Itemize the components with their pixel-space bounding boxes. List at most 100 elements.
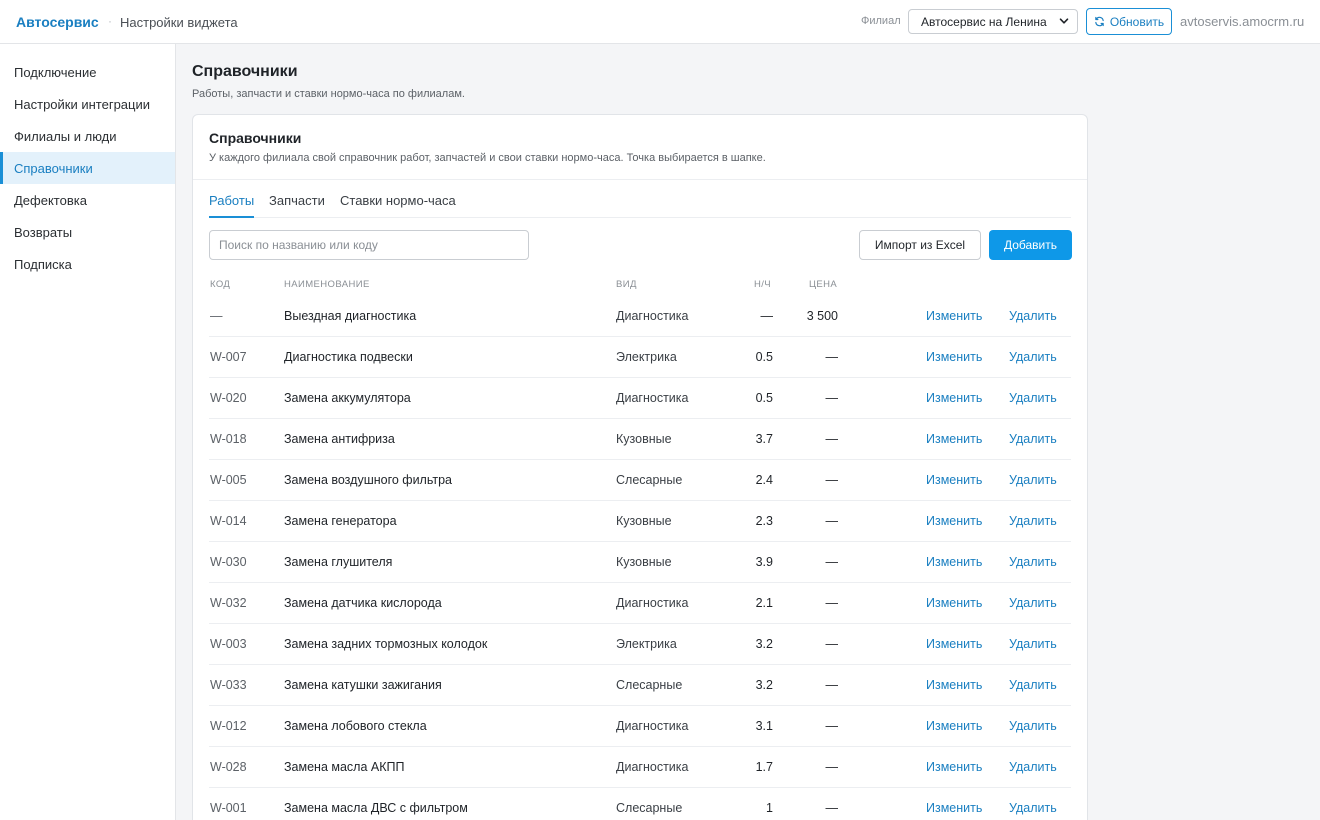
delete-link[interactable]: Удалить	[1009, 432, 1057, 446]
cell-price: —	[825, 637, 839, 651]
delete-link[interactable]: Удалить	[1009, 555, 1057, 569]
delete-link[interactable]: Удалить	[1009, 596, 1057, 610]
brand-logo[interactable]: Автосервис	[16, 14, 99, 30]
cell-name: Замена воздушного фильтра	[284, 473, 453, 487]
delete-link[interactable]: Удалить	[1009, 473, 1057, 487]
delete-link[interactable]: Удалить	[1009, 678, 1057, 692]
column-header-price: ЦЕНА	[809, 279, 838, 290]
cell-price: —	[825, 473, 839, 487]
delete-link[interactable]: Удалить	[1009, 719, 1057, 733]
edit-link[interactable]: Изменить	[926, 801, 982, 815]
cell-nh: 2.4	[755, 473, 773, 487]
top-bar: Автосервис · Настройки виджета Филиал Ав…	[0, 0, 1320, 44]
edit-link[interactable]: Изменить	[926, 350, 982, 364]
cell-kind: Кузовные	[616, 432, 672, 446]
cell-name: Замена датчика кислорода	[284, 596, 442, 610]
cell-kind: Электрика	[616, 637, 677, 651]
card-title: Справочники	[209, 130, 302, 146]
edit-link[interactable]: Изменить	[926, 637, 982, 651]
cell-code: W-032	[210, 596, 247, 610]
breadcrumb: Настройки виджета	[120, 15, 238, 30]
cell-name: Выездная диагностика	[284, 309, 417, 323]
sidebar-item-branches-people[interactable]: Филиалы и люди	[0, 120, 175, 152]
cell-kind: Кузовные	[616, 514, 672, 528]
add-button[interactable]: Добавить	[989, 230, 1072, 260]
refresh-icon	[1095, 16, 1104, 27]
cell-kind: Диагностика	[616, 391, 689, 405]
tab-works[interactable]: Работы	[209, 193, 255, 218]
sidebar-item-connection[interactable]: Подключение	[0, 56, 175, 88]
sidebar: Подключение Настройки интеграции Филиалы…	[0, 44, 176, 820]
edit-link[interactable]: Изменить	[926, 596, 982, 610]
sidebar-item-integration-settings[interactable]: Настройки интеграции	[0, 88, 175, 120]
edit-link[interactable]: Изменить	[926, 760, 982, 774]
sidebar-item-subscription[interactable]: Подписка	[0, 248, 175, 280]
column-header-kind: ВИД	[616, 279, 637, 290]
delete-link[interactable]: Удалить	[1009, 801, 1057, 815]
refresh-label: Обновить	[1109, 14, 1165, 29]
cell-name: Диагностика подвески	[284, 350, 413, 364]
table-row: — Выездная диагностика Диагностика — 3 5…	[209, 296, 1071, 337]
delete-link[interactable]: Удалить	[1009, 350, 1057, 364]
cell-price: —	[825, 514, 839, 528]
cell-price: —	[825, 596, 839, 610]
delete-link[interactable]: Удалить	[1009, 637, 1057, 651]
cell-kind: Слесарные	[616, 678, 683, 692]
edit-link[interactable]: Изменить	[926, 432, 982, 446]
sidebar-item-directories[interactable]: Справочники	[0, 152, 175, 184]
cell-price: —	[825, 678, 839, 692]
cell-nh: 3.7	[755, 432, 773, 446]
edit-link[interactable]: Изменить	[926, 719, 982, 733]
delete-link[interactable]: Удалить	[1009, 760, 1057, 774]
table-row: W-007 Диагностика подвески Электрика 0.5…	[209, 337, 1071, 378]
sidebar-item-defects[interactable]: Дефектовка	[0, 184, 175, 216]
breadcrumb-separator: ·	[108, 14, 112, 28]
cell-name: Замена масла АКПП	[284, 760, 405, 774]
import-excel-button[interactable]: Импорт из Excel	[859, 230, 981, 260]
refresh-button[interactable]: Обновить	[1086, 8, 1172, 35]
table-row: W-018 Замена антифриза Кузовные 3.7 — Из…	[209, 419, 1071, 460]
table-row: W-014 Замена генератора Кузовные 2.3 — И…	[209, 501, 1071, 542]
edit-link[interactable]: Изменить	[926, 309, 982, 323]
cell-nh: 0.5	[755, 391, 773, 405]
edit-link[interactable]: Изменить	[926, 678, 982, 692]
branch-select[interactable]: Автосервис на Ленина	[908, 9, 1078, 34]
cell-nh: 1	[766, 801, 773, 815]
column-header-name: НАИМЕНОВАНИЕ	[284, 279, 370, 290]
page-title: Справочники	[192, 63, 298, 80]
table-row: W-001 Замена масла ДВС с фильтром Слесар…	[209, 788, 1071, 820]
sidebar-item-returns[interactable]: Возвраты	[0, 216, 175, 248]
cell-code: —	[210, 309, 223, 323]
delete-link[interactable]: Удалить	[1009, 514, 1057, 528]
table-row: W-028 Замена масла АКПП Диагностика 1.7 …	[209, 747, 1071, 788]
account-domain: avtoservis.amocrm.ru	[1180, 14, 1305, 29]
directories-card: Справочники У каждого филиала свой справ…	[192, 114, 1088, 820]
cell-kind: Диагностика	[616, 760, 689, 774]
cell-price: —	[825, 432, 839, 446]
delete-link[interactable]: Удалить	[1009, 391, 1057, 405]
cell-price: —	[825, 555, 839, 569]
edit-link[interactable]: Изменить	[926, 391, 982, 405]
cell-nh: 3.2	[755, 637, 773, 651]
cell-code: W-014	[210, 514, 247, 528]
table-row: W-003 Замена задних тормозных колодок Эл…	[209, 624, 1071, 665]
cell-kind: Слесарные	[616, 801, 683, 815]
cell-kind: Диагностика	[616, 596, 689, 610]
cell-nh: 1.7	[755, 760, 773, 774]
cell-price: —	[825, 760, 839, 774]
cell-name: Замена антифриза	[284, 432, 395, 446]
cell-name: Замена лобового стекла	[284, 719, 427, 733]
cell-code: W-003	[210, 637, 247, 651]
edit-link[interactable]: Изменить	[926, 473, 982, 487]
search-input[interactable]	[209, 230, 529, 260]
tab-parts[interactable]: Запчасти	[269, 193, 325, 218]
cell-code: W-030	[210, 555, 247, 569]
cell-code: W-020	[210, 391, 247, 405]
cell-code: W-007	[210, 350, 247, 364]
tab-hourly-rates[interactable]: Ставки нормо-часа	[340, 193, 456, 218]
cell-price: —	[825, 719, 839, 733]
delete-link[interactable]: Удалить	[1009, 309, 1057, 323]
edit-link[interactable]: Изменить	[926, 514, 982, 528]
cell-name: Замена генератора	[284, 514, 397, 528]
edit-link[interactable]: Изменить	[926, 555, 982, 569]
